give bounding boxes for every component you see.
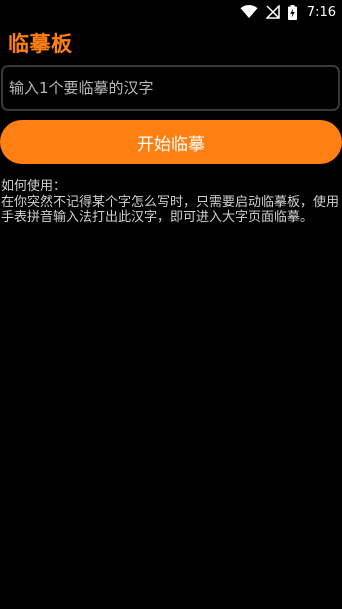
character-input-container[interactable] — [1, 65, 340, 111]
wifi-icon — [240, 5, 258, 19]
status-time: 7:16 — [306, 4, 336, 20]
status-bar: 7:16 — [0, 0, 342, 26]
cellular-no-signal-icon — [265, 5, 280, 19]
help-heading: 如何使用： — [1, 179, 67, 194]
help-body: 在你突然不记得某个字怎么写时，只需要启动临摹板，使用手表拼音输入法打出此汉字，即… — [1, 194, 340, 226]
battery-charging-icon — [287, 4, 297, 20]
app-title: 临摹板 — [8, 32, 73, 56]
help-section: 如何使用： 在你突然不记得某个字怎么写时，只需要启动临摹板，使用手表拼音输入法打… — [1, 179, 341, 226]
start-copying-button[interactable]: 开始临摹 — [0, 120, 342, 164]
character-input[interactable] — [3, 67, 338, 109]
status-icons: 7:16 — [240, 3, 336, 21]
app-screen: 7:16 临摹板 开始临摹 如何使用： 在你突然不记得某个字怎么写时，只需要启动… — [0, 0, 342, 609]
